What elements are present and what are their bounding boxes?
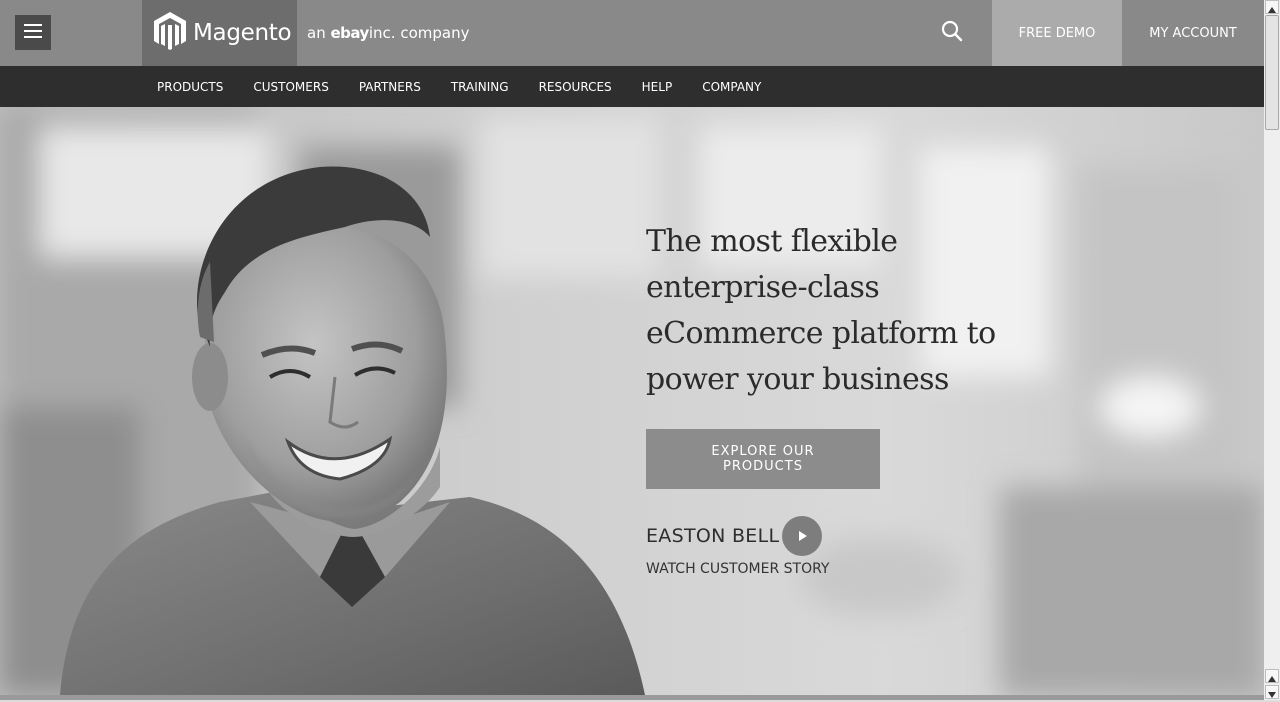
ebay-tagline: an ebayinc. company [307,24,469,42]
nav-item-company[interactable]: COMPANY [702,80,761,94]
logo-wordmark: Magento [193,20,292,46]
scrollbar-thumb[interactable] [1265,15,1279,130]
magento-logo[interactable]: Magento [142,0,297,66]
nav-item-customers[interactable]: CUSTOMERS [253,80,328,94]
hero-headline: The most flexible enterprise-class eComm… [646,224,996,397]
page-bottom-strip [0,695,1264,700]
magento-logo-icon [142,11,187,55]
scroll-down-button[interactable] [1265,685,1279,699]
scroll-up-button-lower[interactable] [1265,669,1279,683]
hero-banner: The most flexible enterprise-class eComm… [0,107,1264,695]
my-account-button[interactable]: MY ACCOUNT [1122,0,1264,66]
menu-icon [24,23,42,42]
menu-button[interactable] [15,15,51,50]
main-nav: PRODUCTS CUSTOMERS PARTNERS TRAINING RES… [0,66,1264,107]
search-button[interactable] [932,13,972,53]
play-video-button[interactable] [782,516,822,556]
hero-photo [0,107,1264,695]
explore-products-button[interactable]: EXPLORE OUR PRODUCTS [646,429,880,489]
nav-list: PRODUCTS CUSTOMERS PARTNERS TRAINING RES… [157,66,791,107]
scroll-up-button[interactable] [1265,0,1279,14]
search-icon [941,20,963,46]
free-demo-button[interactable]: FREE DEMO [992,0,1122,66]
tagline-suffix: company [400,24,470,42]
watch-customer-story-link[interactable]: WATCH CUSTOMER STORY [646,561,829,577]
nav-item-partners[interactable]: PARTNERS [359,80,421,94]
tagline-prefix: an [307,24,326,42]
vertical-scrollbar[interactable] [1264,0,1280,700]
nav-item-help[interactable]: HELP [642,80,673,94]
tagline-brand: ebay [330,24,369,42]
customer-story-name: EASTON BELL [646,525,780,547]
nav-item-resources[interactable]: RESOURCES [539,80,612,94]
play-icon [796,527,808,546]
top-header: Magento an ebayinc. company FREE DEMO MY… [0,0,1264,66]
nav-item-training[interactable]: TRAINING [451,80,509,94]
arrow-down-icon [1268,683,1276,702]
tagline-inc: inc. [368,24,396,42]
nav-item-products[interactable]: PRODUCTS [157,80,223,94]
